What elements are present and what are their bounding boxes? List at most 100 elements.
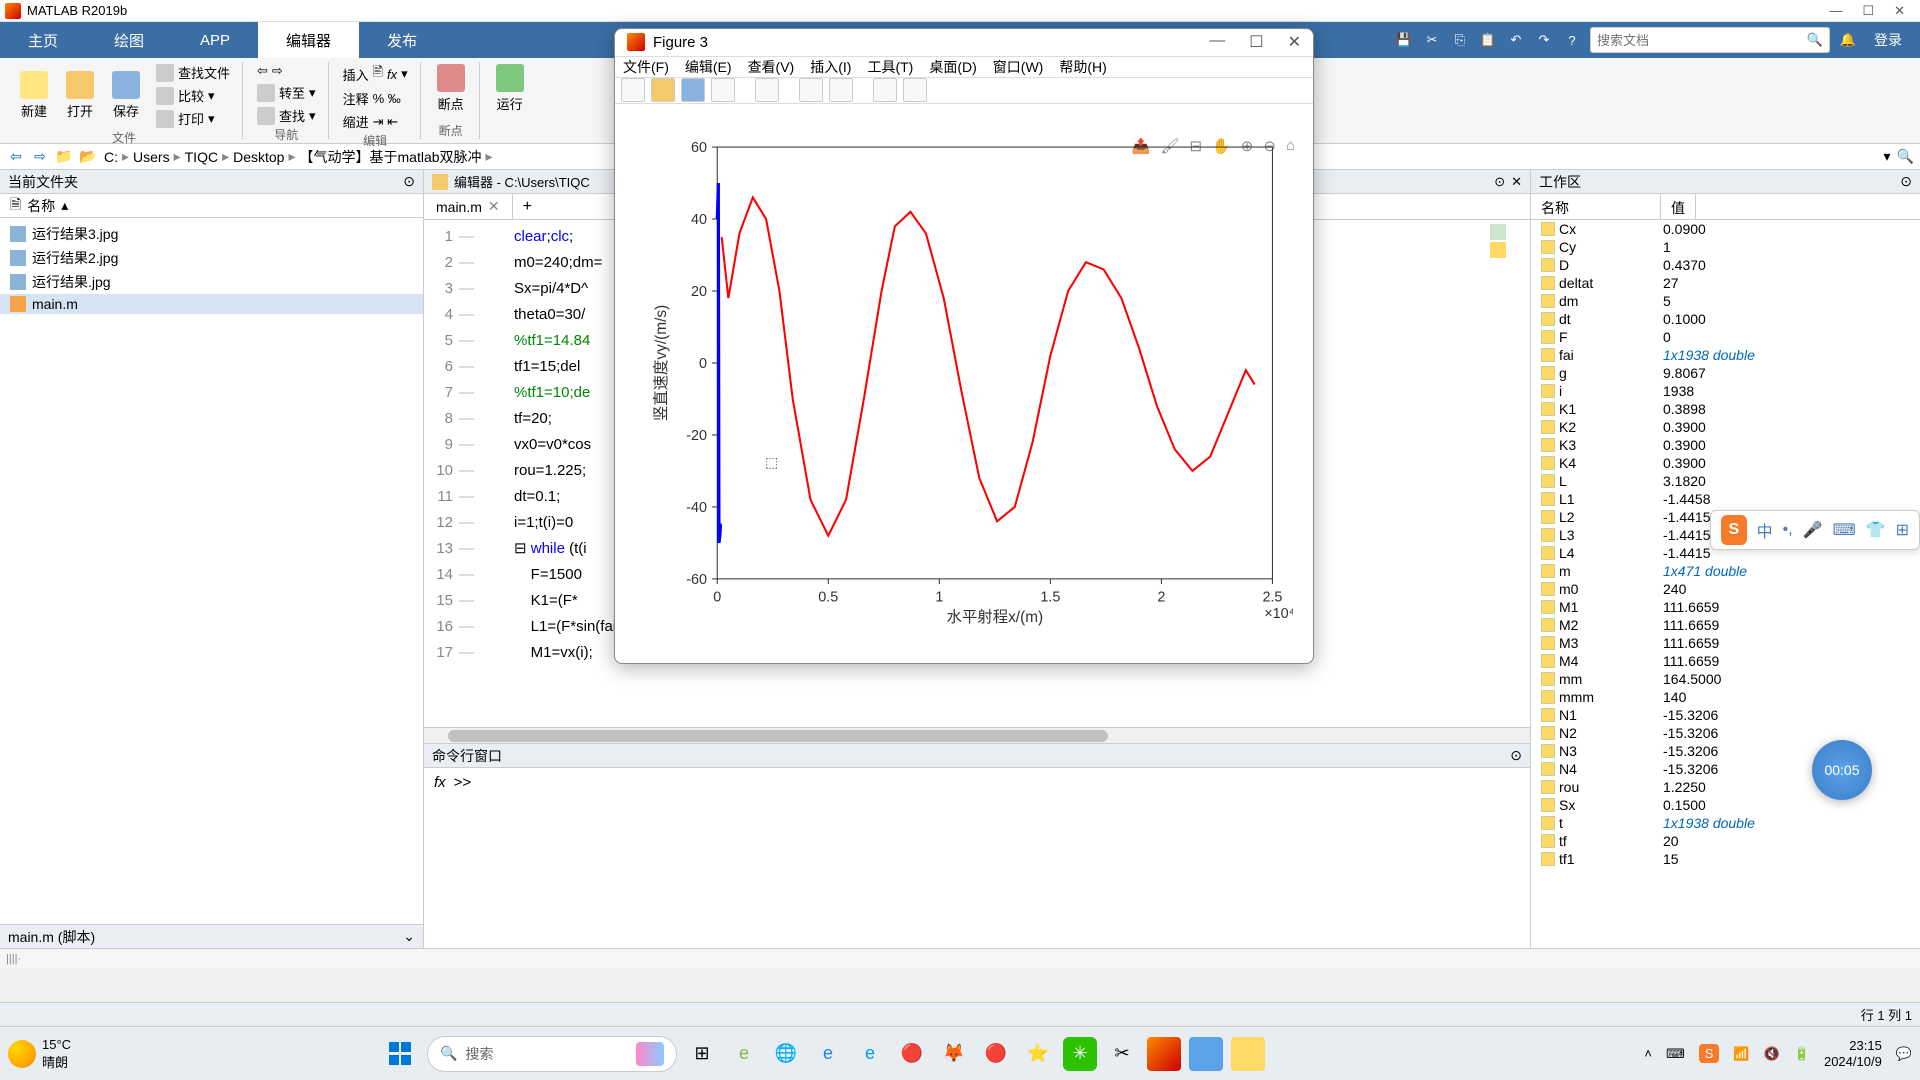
fig-open-icon[interactable] — [651, 78, 675, 102]
star-icon[interactable]: ⭐ — [1021, 1037, 1055, 1071]
notification-icon[interactable]: 🔔 — [1838, 30, 1858, 50]
edge-icon[interactable]: 🌐 — [769, 1037, 803, 1071]
ribbon-tab-0[interactable]: 主页 — [0, 22, 86, 58]
fig-new-icon[interactable] — [621, 78, 645, 102]
snip-icon[interactable]: ✂ — [1105, 1037, 1139, 1071]
detail-dropdown-icon[interactable]: ⌄ — [403, 928, 415, 945]
breadcrumb-item[interactable]: C: — [104, 149, 118, 165]
folder-up-icon[interactable]: 📁 — [54, 147, 74, 167]
fig-print-icon[interactable] — [711, 78, 735, 102]
weather-widget[interactable]: 15°C 晴朗 — [8, 1037, 71, 1071]
ribbon-tab-1[interactable]: 绘图 — [86, 22, 172, 58]
tray-ime-icon[interactable]: S — [1699, 1044, 1720, 1063]
workspace-var-row[interactable]: fai1x1938 double — [1531, 346, 1920, 364]
workspace-var-row[interactable]: m0240 — [1531, 580, 1920, 598]
fig-legend-icon[interactable] — [903, 78, 927, 102]
doc-search[interactable]: 🔍 — [1590, 27, 1830, 53]
file-row[interactable]: 运行结果2.jpg — [0, 246, 423, 270]
addr-dropdown-icon[interactable]: ▾ — [1884, 148, 1891, 165]
workspace-var-row[interactable]: mm164.5000 — [1531, 670, 1920, 688]
fig-link-icon[interactable] — [755, 78, 779, 102]
workspace-var-row[interactable]: tf115 — [1531, 850, 1920, 868]
editor-close-icon[interactable]: ✕ — [1511, 174, 1522, 190]
save-button[interactable]: 保存 — [106, 69, 146, 122]
editor-hscrollbar[interactable] — [424, 727, 1530, 743]
workspace-var-row[interactable]: Cx0.0900 — [1531, 220, 1920, 238]
indent-button[interactable]: 缩进 ⇥ ⇤ — [339, 111, 402, 132]
compare-button[interactable]: 比较 ▾ — [152, 85, 234, 106]
file-row[interactable]: main.m — [0, 294, 423, 314]
tab-add-button[interactable]: + — [513, 194, 542, 220]
ie-icon[interactable]: e — [853, 1037, 887, 1071]
ime-lang-icon[interactable]: 中 — [1757, 518, 1773, 542]
login-button[interactable]: 登录 — [1866, 30, 1910, 50]
fig-colorbar-icon[interactable] — [829, 78, 853, 102]
breadcrumb-item[interactable]: Users — [133, 149, 170, 165]
workspace-var-row[interactable]: L1-1.4458 — [1531, 490, 1920, 508]
run-button[interactable]: 运行 — [490, 62, 530, 115]
tray-wifi-icon[interactable]: 📶 — [1733, 1046, 1749, 1062]
ws-menu-icon[interactable]: ⊙ — [1900, 173, 1912, 190]
ime-skin-icon[interactable]: 👕 — [1866, 520, 1886, 540]
goto-button[interactable]: 转至 ▾ — [253, 82, 320, 103]
ribbon-tab-3[interactable]: 编辑器 — [258, 22, 359, 58]
tray-volume-icon[interactable]: 🔇 — [1764, 1046, 1780, 1062]
workspace-var-row[interactable]: F0 — [1531, 328, 1920, 346]
ws-col-value[interactable]: 值 — [1661, 194, 1696, 219]
editor-menu-icon[interactable]: ⊙ — [1494, 174, 1505, 190]
explorer-icon[interactable] — [1231, 1037, 1265, 1071]
ime-sogou-icon[interactable]: S — [1721, 515, 1747, 545]
figure-menu-item[interactable]: 查看(V) — [748, 57, 795, 77]
workspace-var-row[interactable]: K40.3900 — [1531, 454, 1920, 472]
matlab-taskbar-icon[interactable] — [1147, 1037, 1181, 1071]
workspace-var-row[interactable]: dm5 — [1531, 292, 1920, 310]
breadcrumb-item[interactable]: 【气动学】基于matlab双脉冲 — [300, 147, 482, 167]
ime-keyboard-icon[interactable]: ⌨ — [1833, 520, 1856, 540]
workspace-var-row[interactable]: Cy1 — [1531, 238, 1920, 256]
tray-expand-icon[interactable]: ˄ — [1644, 1046, 1652, 1061]
workspace-var-row[interactable]: tf20 — [1531, 832, 1920, 850]
fig-pointer-icon[interactable] — [873, 78, 897, 102]
cmd-menu-icon[interactable]: ⊙ — [1510, 747, 1522, 764]
ribbon-tab-2[interactable]: APP — [172, 22, 258, 58]
breadcrumb-item[interactable]: Desktop — [233, 149, 284, 165]
workspace-var-row[interactable]: D0.4370 — [1531, 256, 1920, 274]
new-button[interactable]: 新建 — [14, 69, 54, 122]
workspace-var-row[interactable]: deltat27 — [1531, 274, 1920, 292]
tray-notification-icon[interactable]: 💬 — [1896, 1046, 1912, 1062]
workspace-var-row[interactable]: K20.3900 — [1531, 418, 1920, 436]
workspace-var-row[interactable]: M1111.6659 — [1531, 598, 1920, 616]
close-button[interactable]: ✕ — [1894, 3, 1905, 19]
figure-menu-item[interactable]: 桌面(D) — [929, 57, 976, 77]
panel-menu-icon[interactable]: ⊙ — [403, 173, 415, 190]
fig-close-button[interactable]: ✕ — [1288, 32, 1301, 52]
breadcrumb-item[interactable]: TIQC — [185, 149, 218, 165]
paste-icon[interactable]: 📋 — [1478, 30, 1498, 50]
taskbar-search[interactable]: 🔍 搜索 — [427, 1036, 677, 1072]
figure-axes[interactable]: -60-40-200204060 00.511.522.5 竖直速度vy/(m/… — [615, 104, 1313, 663]
search-icon[interactable]: 🔍 — [1807, 32, 1823, 48]
wechat-icon[interactable]: ✳ — [1063, 1037, 1097, 1071]
chrome2-icon[interactable]: 🔴 — [979, 1037, 1013, 1071]
tray-language-icon[interactable]: ⌨ — [1666, 1046, 1685, 1062]
nav-back-button[interactable]: ⇦⇨ — [253, 62, 287, 80]
figure-menu-item[interactable]: 帮助(H) — [1059, 57, 1106, 77]
comment-button[interactable]: 注释 % ‰ — [339, 88, 405, 109]
workspace-var-row[interactable]: K30.3900 — [1531, 436, 1920, 454]
workspace-var-row[interactable]: M4111.6659 — [1531, 652, 1920, 670]
workspace-var-row[interactable]: m1x471 double — [1531, 562, 1920, 580]
workspace-var-row[interactable]: dt0.1000 — [1531, 310, 1920, 328]
name-column-header[interactable]: 名称 — [27, 196, 55, 216]
workspace-var-row[interactable]: L3.1820 — [1531, 472, 1920, 490]
figure-menu-item[interactable]: 编辑(E) — [685, 57, 732, 77]
folder-icon[interactable]: 📂 — [78, 147, 98, 167]
copy-icon[interactable]: ⎘ — [1450, 30, 1470, 50]
ribbon-tab-4[interactable]: 发布 — [359, 22, 445, 58]
fig-save-icon[interactable] — [681, 78, 705, 102]
ws-col-name[interactable]: 名称 — [1531, 194, 1661, 219]
doc-search-input[interactable] — [1597, 33, 1807, 48]
workspace-var-row[interactable]: mmm140 — [1531, 688, 1920, 706]
file-row[interactable]: 运行结果.jpg — [0, 270, 423, 294]
file-row[interactable]: 运行结果3.jpg — [0, 222, 423, 246]
chrome-icon[interactable]: 🔴 — [895, 1037, 929, 1071]
